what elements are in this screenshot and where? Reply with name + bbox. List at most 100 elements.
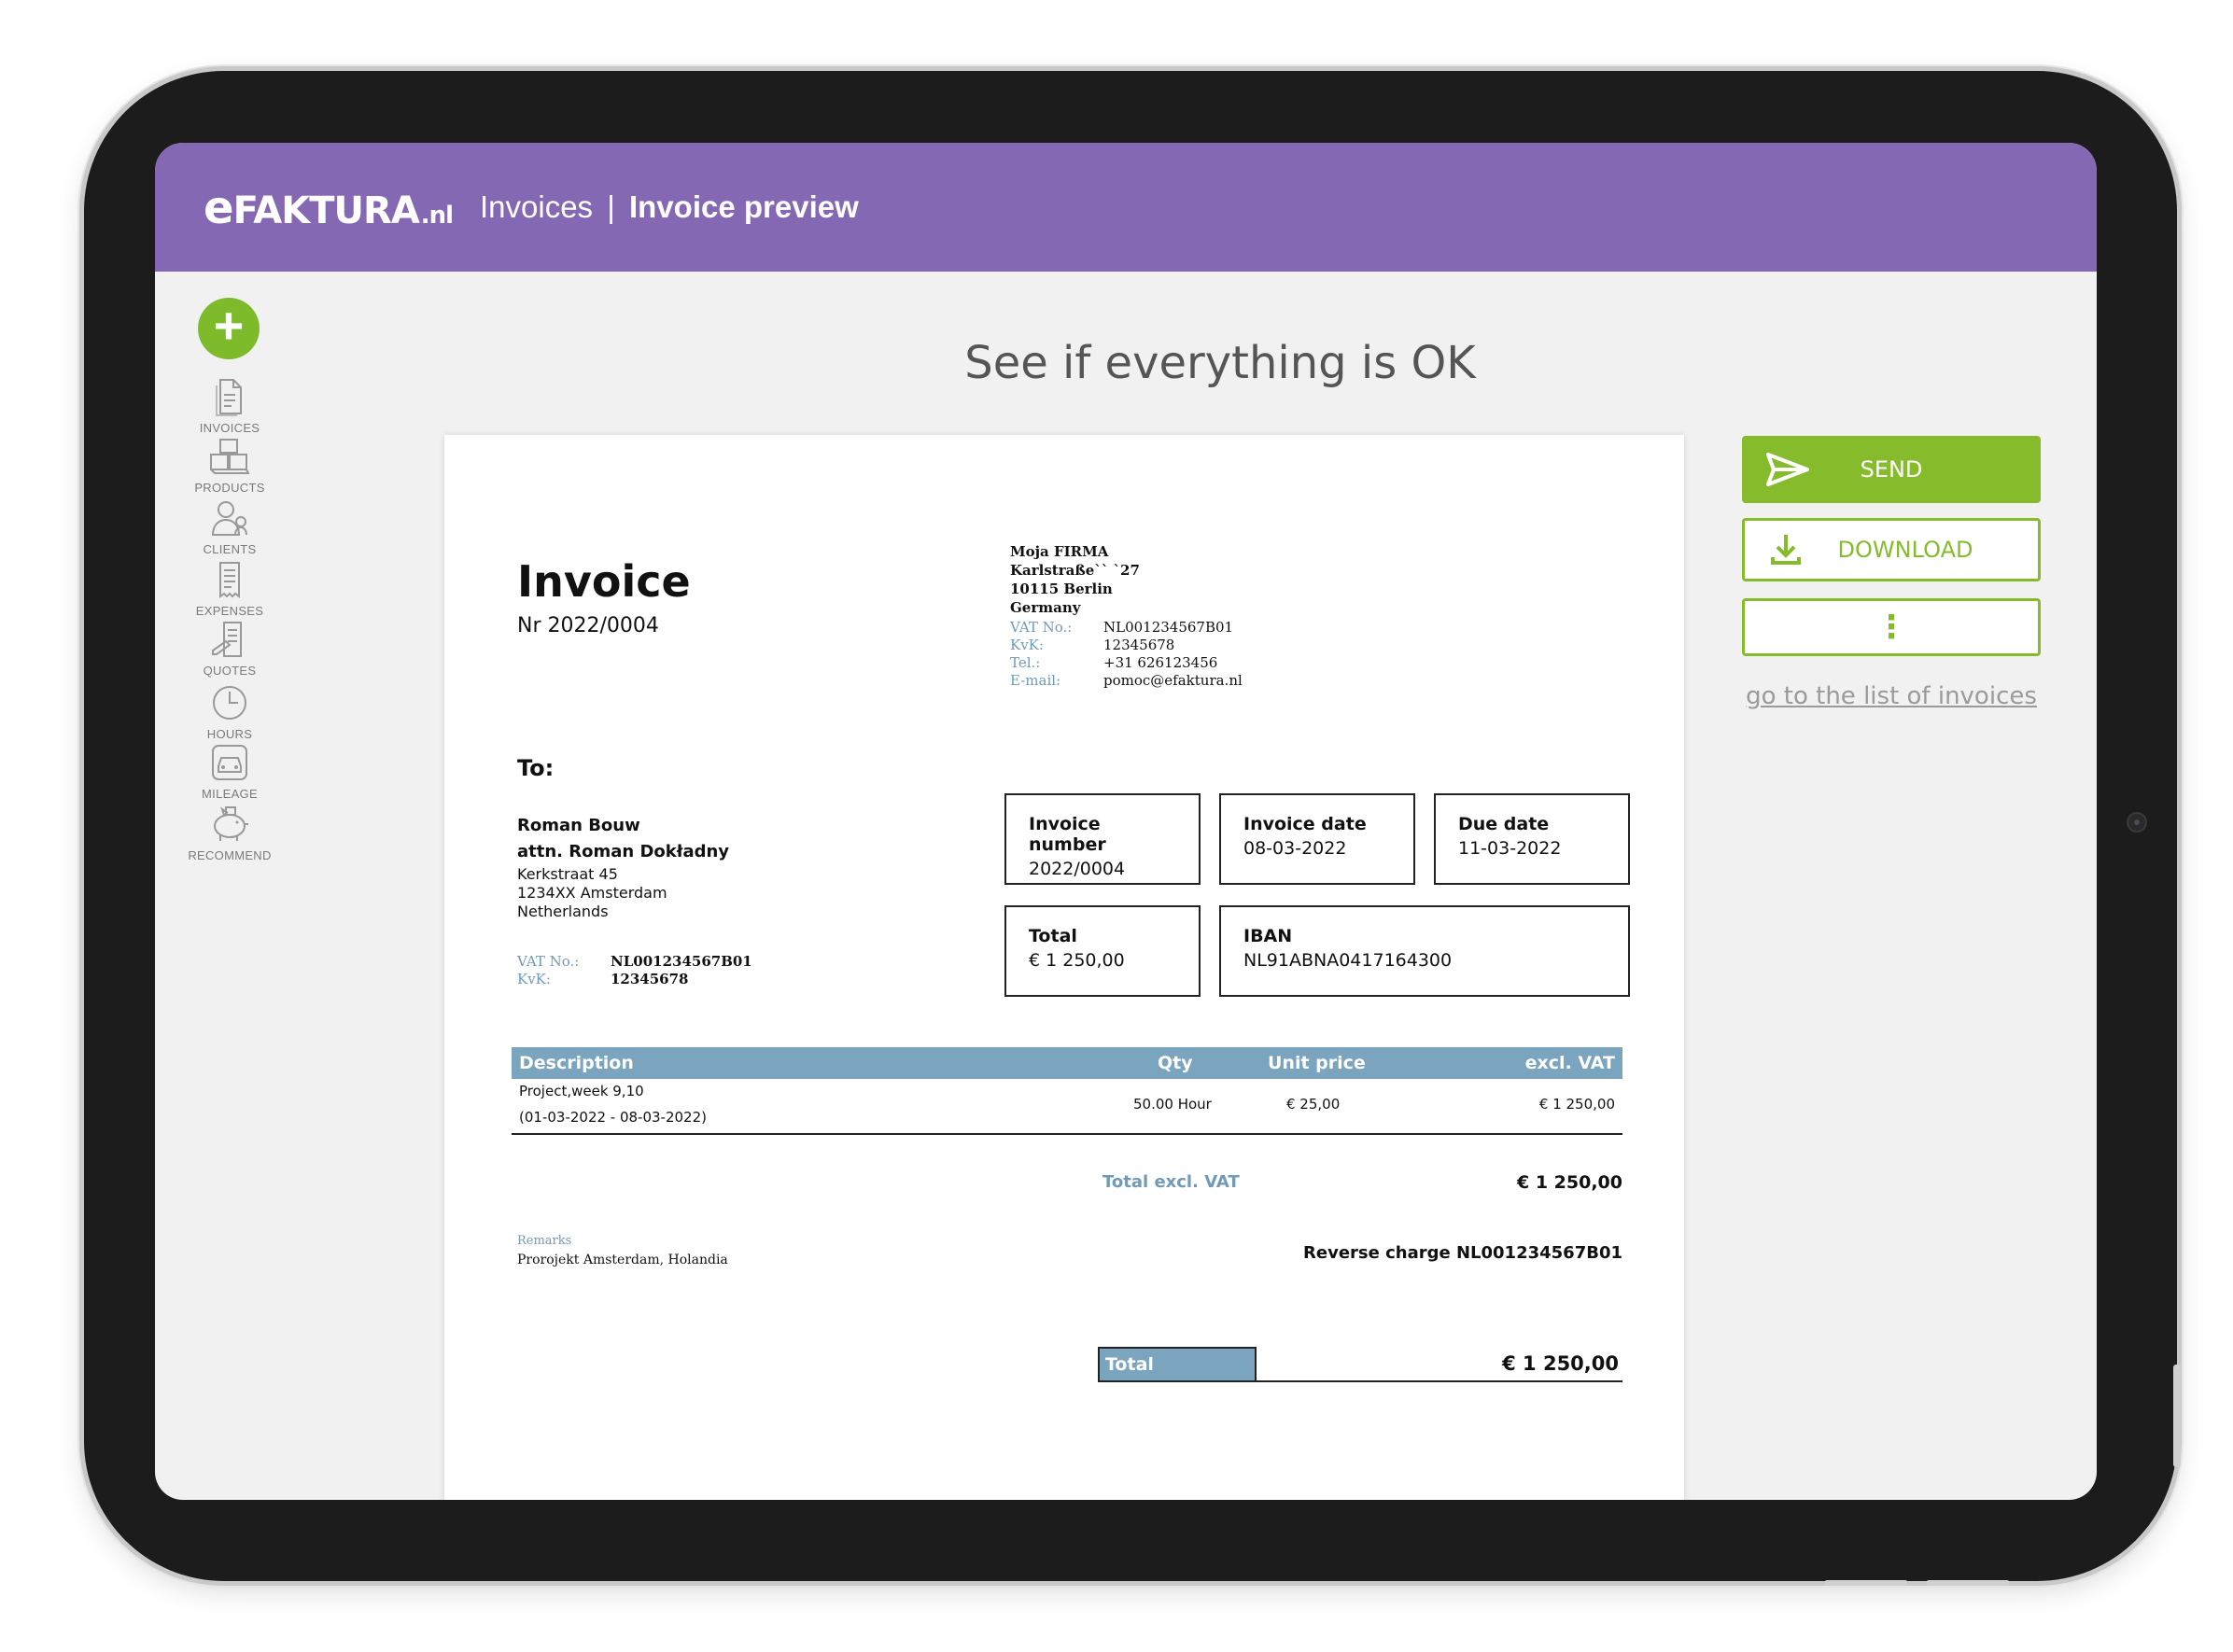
sidebar-item-clients[interactable]: CLIENTS (155, 497, 304, 556)
table-header: Description Qty Unit price excl. VAT (512, 1047, 1622, 1079)
box-value: 11-03-2022 (1458, 838, 1562, 859)
seller-detail-row: Tel.: +31 626123456 (1010, 654, 1218, 671)
invoice-preview: Invoice Nr 2022/0004 Moja FIRMA Karlstra… (444, 435, 1684, 1500)
remarks-value: Prorojekt Amsterdam, Holandia (517, 1253, 728, 1267)
invoice-number-box: Invoice number 2022/0004 (1004, 793, 1201, 885)
total-excl-vat-label: Total excl. VAT (1102, 1172, 1240, 1192)
sidebar-item-label: INVOICES (199, 421, 260, 435)
breadcrumb-separator: | (607, 189, 615, 224)
col-excl-vat: excl. VAT (1524, 1053, 1615, 1073)
quote-document-icon (212, 622, 242, 657)
reverse-charge-note: Reverse charge NL001234567B01 (1303, 1243, 1622, 1263)
seller-city: 10115 Berlin (1010, 581, 1113, 597)
col-unit-price: Unit price (1268, 1053, 1366, 1073)
total-excl-vat-value: € 1 250,00 (1517, 1172, 1622, 1193)
add-button[interactable]: + (198, 298, 260, 359)
sidebar-item-label: HOURS (206, 727, 253, 741)
seller-details: VAT No.: NL001234567B01 KvK: 12345678 Tel.… (1010, 619, 1243, 690)
boxes-icon (210, 439, 250, 474)
grand-total: Total € 1 250,00 (1098, 1347, 1622, 1382)
send-button[interactable]: SEND (1742, 436, 2041, 503)
buyer-city: 1234XX Amsterdam (517, 884, 667, 902)
seller-country: Germany (1010, 599, 1081, 616)
row-description: Project,week 9,10 (519, 1083, 644, 1099)
invoice-title: Invoice (517, 556, 691, 607)
clock-icon (213, 686, 246, 720)
buyer-name: Roman Bouw (517, 816, 640, 835)
buyer-detail-row: VAT No.: NL001234567B01 (517, 953, 752, 970)
box-label: Due date (1458, 814, 1550, 834)
page-title: See if everything is OK (964, 337, 1476, 389)
seller-address: Moja FIRMA Karlstraße`` `27 10115 Berlin… (1010, 542, 1140, 617)
sidebar-item-label: QUOTES (203, 664, 257, 678)
col-qty: Qty (1158, 1053, 1193, 1073)
receipt-icon (219, 562, 240, 598)
row-unit-price: € 25,00 (1286, 1096, 1341, 1113)
box-label: Total (1029, 926, 1077, 946)
download-icon (1771, 535, 1801, 565)
breadcrumb-invoices[interactable]: Invoices (480, 189, 593, 224)
remarks-label: Remarks (517, 1234, 572, 1248)
row-qty: 50.00 Hour (1133, 1096, 1212, 1113)
clients-icon (211, 501, 247, 536)
iban-box: IBAN NL91ABNA0417164300 (1219, 905, 1630, 997)
box-value: NL91ABNA0417164300 (1243, 950, 1453, 971)
download-label: DOWNLOAD (1837, 537, 1973, 563)
sidebar-item-quotes[interactable]: QUOTES (155, 619, 304, 678)
sidebar-item-expenses[interactable]: EXPENSES (155, 559, 304, 618)
car-icon (212, 745, 247, 780)
sidebar-item-invoices[interactable]: INVOICES (155, 376, 304, 435)
download-button[interactable]: DOWNLOAD (1742, 518, 2041, 581)
buyer-details: VAT No.: NL001234567B01 KvK: 12345678 (517, 953, 752, 988)
to-label: To: (517, 755, 555, 781)
col-description: Description (519, 1053, 634, 1073)
row-description-period: (01-03-2022 - 08-03-2022) (519, 1109, 707, 1126)
seller-detail-row: VAT No.: NL001234567B01 (1010, 619, 1234, 636)
sidebar-item-label: PRODUCTS (194, 481, 265, 495)
invoice-number-line: Nr 2022/0004 (517, 614, 659, 637)
seller-detail-row: KvK: 12345678 (1010, 637, 1175, 653)
total-box: Total € 1 250,00 (1004, 905, 1201, 997)
sidebar-item-mileage[interactable]: MILEAGE (155, 742, 304, 801)
send-icon (1766, 453, 1809, 486)
grand-total-value: € 1 250,00 (1502, 1352, 1619, 1375)
sidebar-item-products[interactable]: PRODUCTS (155, 436, 304, 495)
sidebar-item-recommend[interactable]: RECOMMEND (155, 804, 304, 862)
items-table: Description Qty Unit price excl. VAT Pro… (512, 1047, 1622, 1135)
box-value: 08-03-2022 (1243, 838, 1347, 859)
table-row: Project,week 9,10 (01-03-2022 - 08-03-20… (512, 1079, 1622, 1135)
buyer-country: Netherlands (517, 903, 609, 920)
sidebar-item-hours[interactable]: HOURS (155, 682, 304, 741)
box-label: Invoice date (1243, 814, 1367, 834)
more-options-icon: ⋮ (1875, 609, 1907, 646)
more-options-button[interactable]: ⋮ (1742, 598, 2041, 656)
tablet-volume-button (1927, 1580, 2009, 1586)
sidebar-item-label: CLIENTS (203, 542, 257, 556)
go-to-invoice-list-link[interactable]: go to the list of invoices (1742, 682, 2041, 710)
sidebar: + INVOICES PRODUCTS CLIENTS EXPENSES QUO… (155, 272, 304, 1500)
tablet-side-button (2173, 1365, 2181, 1467)
logo-tld: .nl (420, 202, 454, 230)
box-value: 2022/0004 (1029, 859, 1126, 879)
grand-total-label: Total (1098, 1347, 1257, 1382)
breadcrumb: Invoices | Invoice preview (480, 189, 859, 225)
buyer-address: Roman Bouw attn. Roman Dokładny Kerkstra… (517, 813, 729, 921)
sidebar-item-label: RECOMMEND (188, 848, 272, 862)
top-bar: e FAKTURA .nl Invoices | Invoice preview (155, 143, 2097, 272)
logo[interactable]: e FAKTURA .nl (204, 182, 454, 234)
seller-street: Karlstraße`` `27 (1010, 562, 1140, 579)
logo-text: FAKTURA (232, 189, 420, 232)
invoice-document-icon (216, 379, 242, 416)
box-value: € 1 250,00 (1029, 950, 1125, 971)
buyer-detail-row: KvK: 12345678 (517, 971, 689, 987)
tablet-volume-button (1825, 1580, 1907, 1586)
buyer-attn: attn. Roman Dokładny (517, 842, 730, 861)
sidebar-item-label: EXPENSES (195, 604, 264, 618)
due-date-box: Due date 11-03-2022 (1434, 793, 1630, 885)
seller-detail-row: E-mail: pomoc@efaktura.nl (1010, 672, 1243, 689)
camera-icon (2127, 812, 2147, 833)
invoice-date-box: Invoice date 08-03-2022 (1219, 793, 1415, 885)
box-label: Invoice number (1029, 814, 1106, 855)
breadcrumb-current: Invoice preview (628, 189, 859, 224)
app-screen: e FAKTURA .nl Invoices | Invoice preview… (155, 143, 2097, 1500)
